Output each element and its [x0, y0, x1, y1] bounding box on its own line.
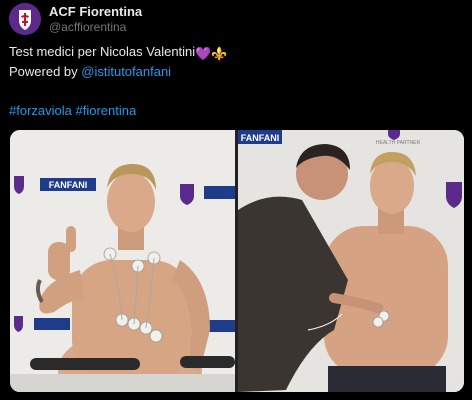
- fanfani-brand-label-2: FANFANI: [241, 133, 280, 143]
- hashtags-line: #forzaviola #fiorentina: [9, 103, 136, 118]
- photo-2[interactable]: FANFANI HEALTH PARTNER: [238, 130, 464, 392]
- tweet-text-line-1: Test medici per Nicolas Valentini💜⚜️: [9, 44, 228, 62]
- account-handle[interactable]: @acffiorentina: [49, 20, 126, 34]
- mention-link[interactable]: @istitutofanfani: [81, 64, 171, 79]
- fanfani-brand-label: FANFANI: [49, 180, 88, 190]
- account-name[interactable]: ACF Fiorentina: [49, 4, 142, 19]
- tweet-text-line-2: Powered by @istitutofanfani: [9, 64, 171, 79]
- doctor-electrodes-image: FANFANI HEALTH PARTNER: [238, 130, 464, 392]
- avatar[interactable]: [9, 3, 41, 35]
- fiorentina-logo-icon: [9, 3, 41, 35]
- media-gallery: FANFANI FANFANI HEALTH PARTNER: [10, 130, 464, 392]
- photo-1[interactable]: FANFANI: [10, 130, 235, 392]
- health-partner-caption: HEALTH PARTNER: [376, 140, 421, 146]
- tweet[interactable]: ACF Fiorentina @acffiorentina Test medic…: [0, 0, 472, 400]
- tweet-text: Test medici per Nicolas Valentini: [9, 44, 196, 59]
- hashtag-forzaviola-link[interactable]: #forzaviola: [9, 103, 72, 118]
- player-thumbs-up-image: FANFANI: [10, 130, 235, 392]
- powered-by-text: Powered by: [9, 64, 82, 79]
- heart-fleur-emoji-icon: 💜⚜️: [195, 46, 228, 61]
- hashtag-fiorentina-link[interactable]: #fiorentina: [76, 103, 137, 118]
